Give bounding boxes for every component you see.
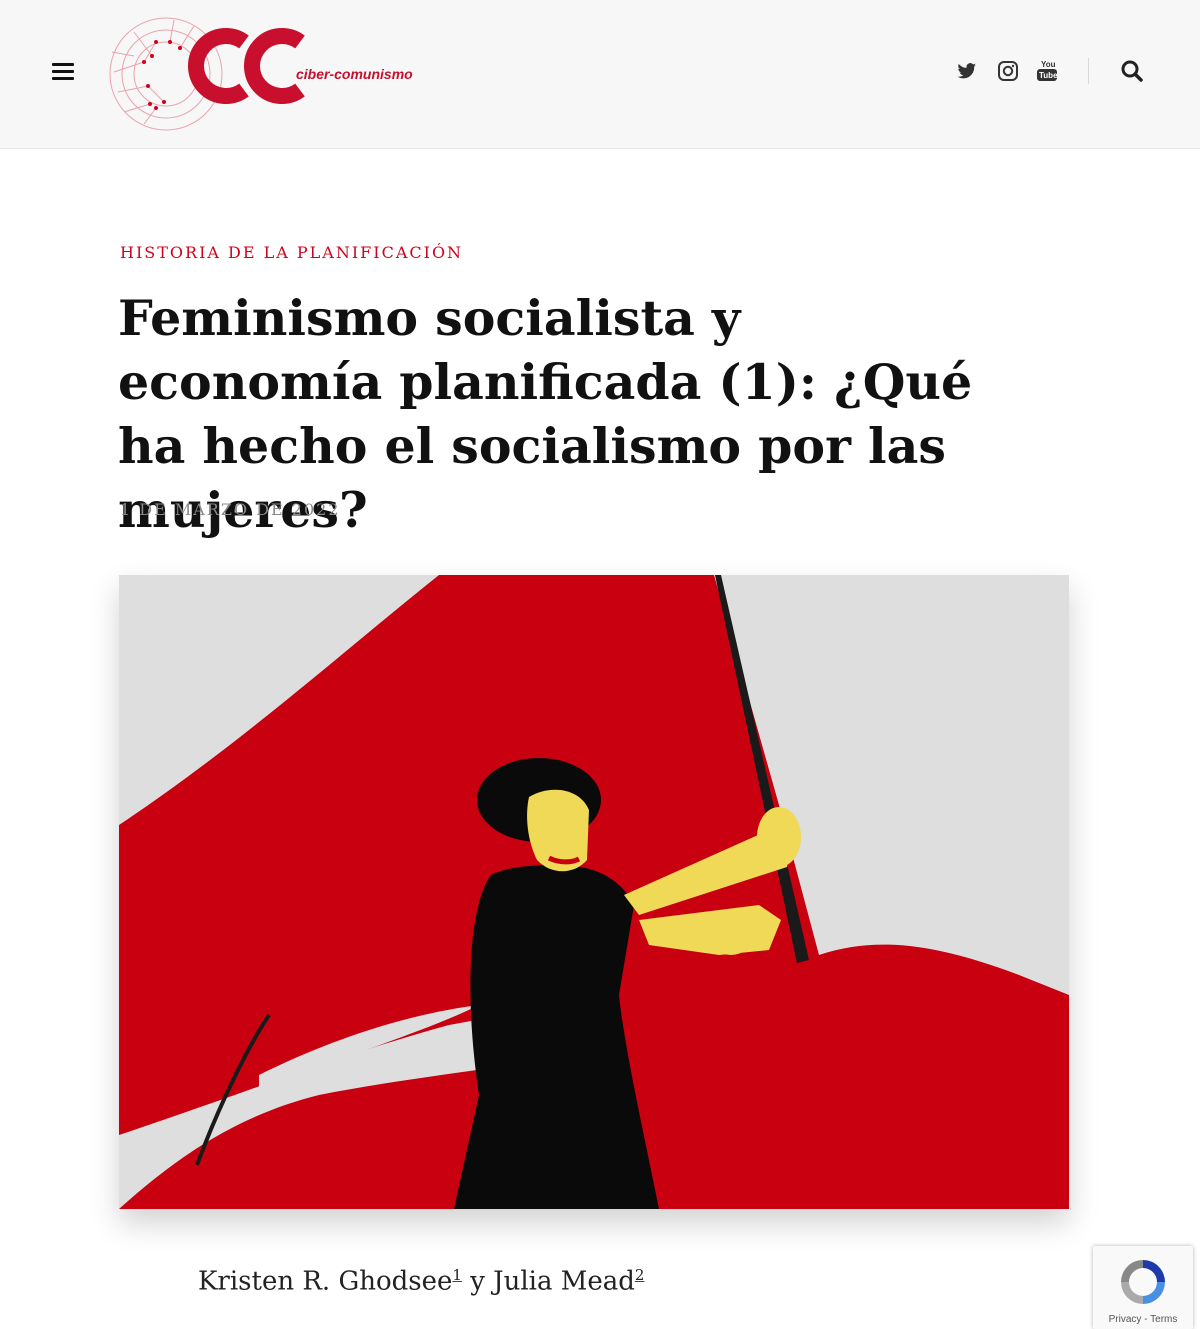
menu-icon[interactable] [52,62,74,80]
youtube-icon[interactable]: You Tube [1037,58,1057,84]
article-category[interactable]: HISTORIA DE LA PLANIFICACIÓN [120,243,463,262]
authors-connector: y [461,1266,494,1297]
svg-text:You: You [1041,60,1056,69]
site-logo[interactable]: ciber-comunismo [104,12,424,136]
article-authors: Kristen R. Ghodsee1 y Julia Mead2 [198,1266,644,1297]
search-icon[interactable] [1120,58,1144,84]
recaptcha-icon [1121,1260,1165,1304]
author-name[interactable]: Kristen R. Ghodsee [198,1267,452,1297]
footnote-ref[interactable]: 2 [635,1266,645,1284]
footnote-ref[interactable]: 1 [452,1266,462,1284]
logo-text: ciber-comunismo [296,66,413,82]
recaptcha-badge[interactable]: Privacy - Terms [1093,1246,1193,1329]
article-date: 1 DE MARZO DE 2022 [120,500,341,519]
header-divider [1088,58,1089,84]
site-header: ciber-comunismo You Tube [0,0,1200,149]
instagram-icon[interactable] [997,58,1019,84]
recaptcha-terms[interactable]: Privacy - Terms [1093,1314,1193,1325]
author-name[interactable]: Julia Mead [493,1267,635,1297]
featured-image [119,575,1069,1209]
svg-text:Tube: Tube [1039,71,1057,80]
twitter-icon[interactable] [957,58,977,84]
